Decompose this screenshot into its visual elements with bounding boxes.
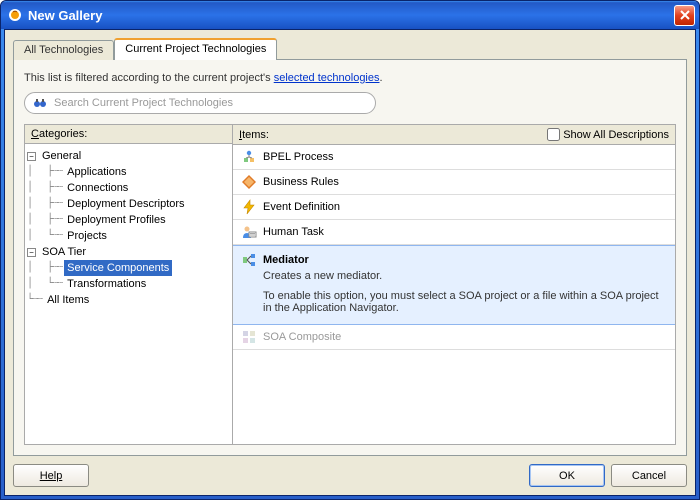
mediator-description: Creates a new mediator. bbox=[263, 270, 667, 282]
close-icon bbox=[680, 10, 690, 20]
categories-tree[interactable]: −General │ ├┄┄Applications │ ├┄┄Connecti… bbox=[25, 144, 232, 444]
items-list: BPEL Process Business Rules Event Defini… bbox=[233, 145, 675, 444]
composite-icon bbox=[241, 329, 257, 345]
tree-toggle[interactable]: − bbox=[27, 152, 36, 161]
tree-node-transformations[interactable]: Transformations bbox=[64, 276, 149, 292]
tree-node-soa-tier[interactable]: SOA Tier bbox=[39, 244, 89, 260]
help-button[interactable]: Help bbox=[13, 464, 89, 487]
lightning-icon bbox=[241, 199, 257, 215]
item-soa-composite[interactable]: SOA Composite bbox=[233, 325, 675, 350]
close-button[interactable] bbox=[674, 5, 695, 26]
rules-icon bbox=[241, 174, 257, 190]
tab-current-project[interactable]: Current Project Technologies bbox=[114, 38, 277, 60]
items-header: Items: Show All Descriptions bbox=[233, 125, 675, 145]
tab-all-technologies[interactable]: All Technologies bbox=[13, 40, 114, 60]
item-event-definition[interactable]: Event Definition bbox=[233, 195, 675, 220]
tree-node-projects[interactable]: Projects bbox=[64, 228, 110, 244]
tree-node-service-components[interactable]: Service Components bbox=[64, 260, 172, 276]
item-bpel-process[interactable]: BPEL Process bbox=[233, 145, 675, 170]
titlebar: New Gallery bbox=[1, 1, 699, 29]
tree-node-deployment-profiles[interactable]: Deployment Profiles bbox=[64, 212, 168, 228]
filter-text: This list is filtered according to the c… bbox=[24, 72, 676, 84]
selected-technologies-link[interactable]: selected technologies bbox=[274, 72, 380, 84]
human-task-icon bbox=[241, 224, 257, 240]
bpel-icon bbox=[241, 149, 257, 165]
tabs: All Technologies Current Project Technol… bbox=[13, 38, 687, 60]
cancel-button[interactable]: Cancel bbox=[611, 464, 687, 487]
item-business-rules[interactable]: Business Rules bbox=[233, 170, 675, 195]
mediator-note: To enable this option, you must select a… bbox=[263, 290, 667, 314]
app-icon bbox=[7, 7, 23, 23]
window-title: New Gallery bbox=[28, 8, 102, 23]
ok-button[interactable]: OK bbox=[529, 464, 605, 487]
tree-node-all-items[interactable]: All Items bbox=[44, 292, 92, 308]
item-mediator[interactable]: Mediator Creates a new mediator. To enab… bbox=[233, 245, 675, 325]
search-box[interactable] bbox=[24, 92, 376, 114]
categories-header: Categories: bbox=[25, 125, 232, 144]
binoculars-icon bbox=[33, 96, 47, 110]
tree-node-general[interactable]: General bbox=[39, 148, 84, 164]
tree-node-applications[interactable]: Applications bbox=[64, 164, 129, 180]
tree-toggle[interactable]: − bbox=[27, 248, 36, 257]
mediator-icon bbox=[241, 252, 257, 268]
show-all-descriptions-checkbox[interactable]: Show All Descriptions bbox=[547, 128, 669, 141]
tree-node-connections[interactable]: Connections bbox=[64, 180, 131, 196]
tree-node-deployment-descriptors[interactable]: Deployment Descriptors bbox=[64, 196, 187, 212]
item-human-task[interactable]: Human Task bbox=[233, 220, 675, 245]
search-input[interactable] bbox=[52, 96, 367, 110]
